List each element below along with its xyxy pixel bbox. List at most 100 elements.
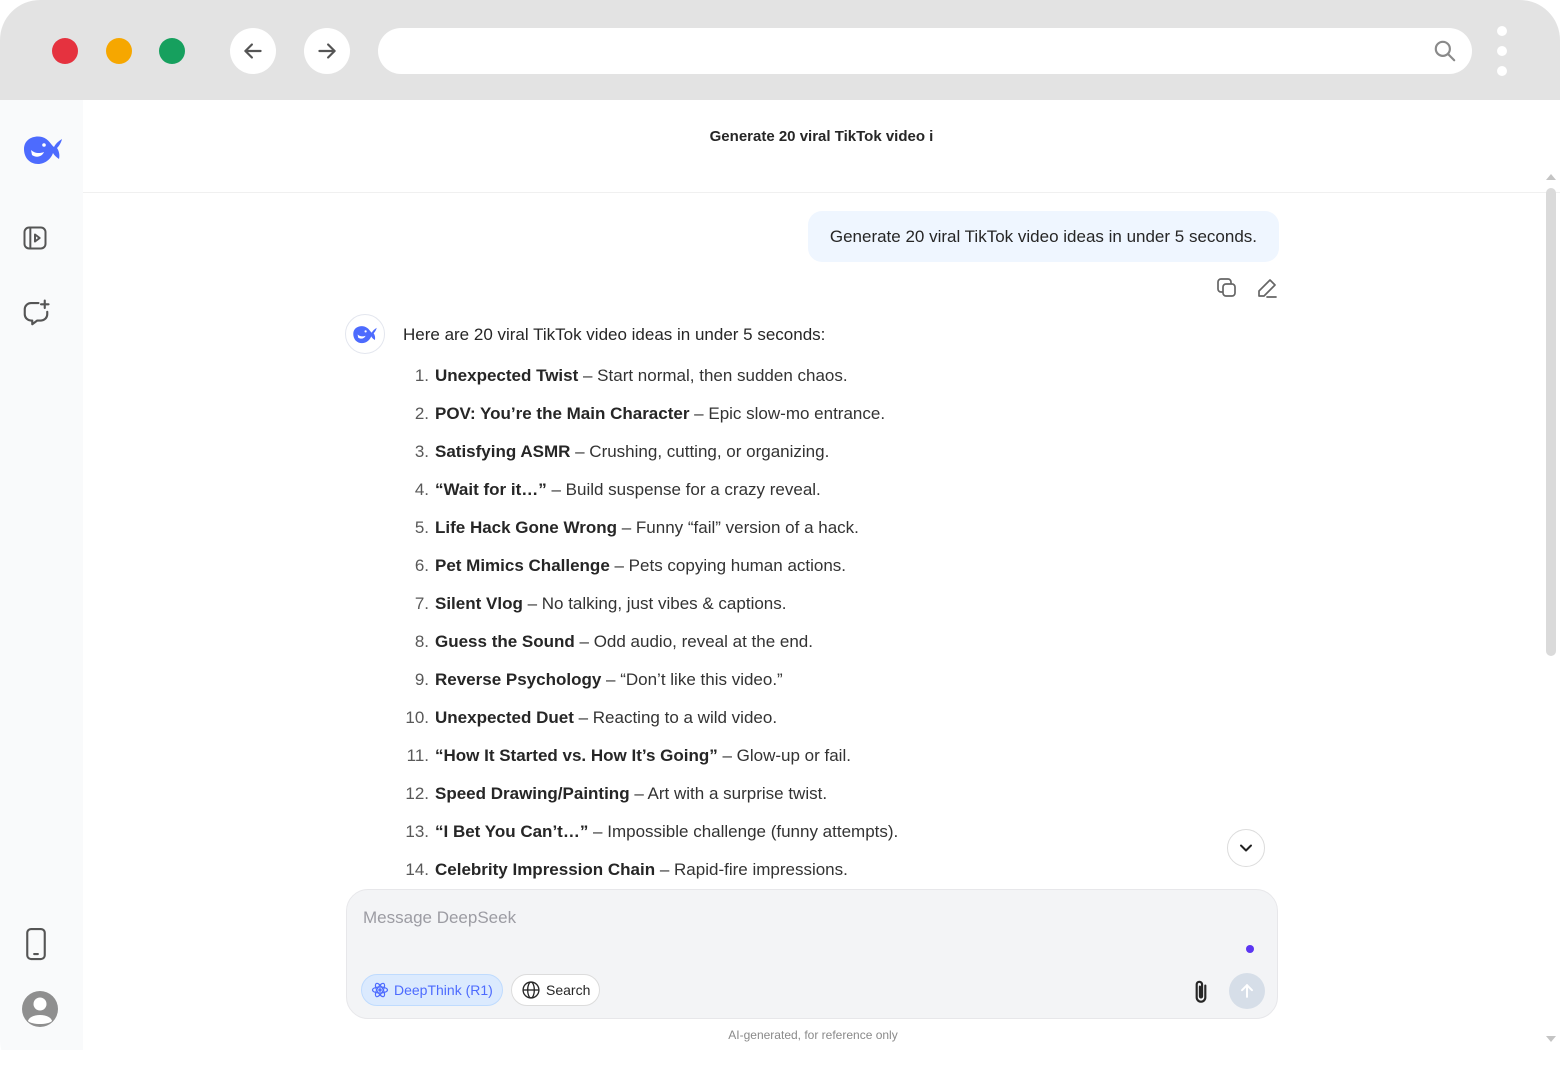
new-chat-icon[interactable] [21, 298, 51, 328]
deepseek-whale-icon [353, 325, 377, 343]
idea-description: – Impossible challenge (funny attempts). [588, 822, 899, 841]
minimize-window-button[interactable] [106, 38, 132, 64]
idea-title: “Wait for it…” [435, 480, 547, 499]
idea-description: – Start normal, then sudden chaos. [578, 366, 848, 385]
idea-title: Pet Mimics Challenge [435, 556, 610, 575]
chat-title[interactable]: Generate 20 viral TikTok video i [83, 128, 1560, 145]
idea-description: – Odd audio, reveal at the end. [574, 632, 813, 651]
idea-number: 7. [414, 594, 429, 613]
scroll-up-arrow[interactable] [1546, 174, 1556, 180]
idea-description: – Glow-up or fail. [717, 746, 851, 765]
idea-title: Celebrity Impression Chain [435, 860, 656, 879]
idea-item: 13. “I Bet You Can’t…” – Impossible chall… [403, 817, 1263, 855]
back-button[interactable] [230, 28, 276, 74]
assistant-message: Here are 20 viral TikTok video ideas in … [403, 320, 1263, 886]
deepthink-toggle[interactable]: DeepThink (R1) [361, 974, 503, 1006]
idea-number: 3. [414, 442, 429, 461]
arrow-left-icon [244, 43, 262, 59]
address-bar[interactable] [378, 28, 1472, 74]
idea-title: Reverse Psychology [435, 670, 602, 689]
idea-number: 8. [414, 632, 429, 651]
assistant-avatar [345, 314, 385, 354]
assistant-intro: Here are 20 viral TikTok video ideas in … [403, 325, 826, 344]
idea-number: 9. [414, 670, 429, 689]
menu-dot-icon [1497, 26, 1507, 36]
idea-description: – Art with a surprise twist. [629, 784, 828, 803]
idea-title: Silent Vlog [435, 594, 523, 613]
atom-icon [371, 982, 389, 998]
scroll-down-arrow[interactable] [1546, 1036, 1556, 1042]
mobile-app-icon[interactable] [21, 926, 51, 962]
maximize-window-button[interactable] [159, 38, 185, 64]
attach-button[interactable] [1188, 978, 1214, 1011]
idea-title: Guess the Sound [435, 632, 575, 651]
idea-item: 10. Unexpected Duet – Reacting to a wild … [403, 703, 1263, 741]
search-toggle[interactable]: Search [511, 974, 601, 1006]
idea-description: – Rapid-fire impressions. [655, 860, 848, 879]
ideas-list: 1. Unexpected Twist – Start normal, then … [403, 361, 1263, 886]
globe-icon [522, 981, 540, 999]
idea-title: Unexpected Duet [435, 708, 574, 727]
idea-item: 8. Guess the Sound – Odd audio, reveal at… [403, 627, 1263, 665]
pencil-icon [1258, 279, 1277, 298]
idea-description: – Pets copying human actions. [609, 556, 847, 575]
idea-item: 4. “Wait for it…” – Build suspense for a … [403, 475, 1263, 513]
menu-dot-icon [1497, 46, 1507, 56]
idea-number: 13. [405, 822, 429, 841]
deepseek-logo-icon[interactable] [22, 133, 64, 167]
scrollbar-thumb[interactable] [1546, 188, 1556, 656]
idea-number: 5. [414, 518, 429, 537]
idea-number: 6. [414, 556, 429, 575]
idea-item: 9. Reverse Psychology – “Don’t like this … [403, 665, 1263, 703]
idea-description: – Epic slow-mo entrance. [689, 404, 886, 423]
idea-title: “How It Started vs. How It’s Going” [435, 746, 718, 765]
idea-item: 6. Pet Mimics Challenge – Pets copying hu… [403, 551, 1263, 589]
arrow-up-icon [1241, 984, 1253, 998]
chevron-down-icon [1240, 844, 1252, 852]
search-icon[interactable] [1432, 38, 1458, 64]
ai-disclaimer: AI-generated, for reference only [728, 1028, 898, 1042]
scroll-to-bottom-button[interactable] [1227, 829, 1265, 867]
arrow-right-icon [318, 43, 336, 59]
idea-item: 7. Silent Vlog – No talking, just vibes &… [403, 589, 1263, 627]
idea-title: Speed Drawing/Painting [435, 784, 630, 803]
idea-number: 14. [405, 860, 429, 879]
browser-toolbar [0, 0, 1560, 100]
forward-button[interactable] [304, 28, 350, 74]
idea-description: – Funny “fail” version of a hack. [617, 518, 859, 537]
idea-number: 10. [405, 708, 429, 727]
edit-button[interactable] [1255, 276, 1279, 305]
browser-window: Generate 20 viral TikTok video i Generat… [0, 0, 1560, 1080]
open-sidebar-icon[interactable] [21, 224, 49, 252]
idea-title: Satisfying ASMR [435, 442, 571, 461]
copy-button[interactable] [1215, 276, 1239, 305]
sidebar [0, 100, 83, 1050]
close-window-button[interactable] [52, 38, 78, 64]
deepthink-label: DeepThink (R1) [394, 982, 493, 998]
idea-item: 1. Unexpected Twist – Start normal, then … [403, 361, 1263, 399]
idea-description: – Crushing, cutting, or organizing. [570, 442, 830, 461]
idea-item: 11. “How It Started vs. How It’s Going” –… [403, 741, 1263, 779]
idea-item: 14. Celebrity Impression Chain – Rapid-fi… [403, 855, 1263, 886]
menu-dot-icon [1497, 66, 1507, 76]
idea-number: 11. [406, 746, 429, 765]
idea-title: POV: You’re the Main Character [435, 404, 690, 423]
message-composer: Message DeepSeek DeepThink (R1) Search [346, 889, 1278, 1019]
copy-icon [1217, 278, 1236, 297]
idea-title: “I Bet You Can’t…” [435, 822, 589, 841]
idea-number: 2. [414, 404, 429, 423]
user-avatar-icon[interactable] [21, 990, 59, 1028]
idea-title: Life Hack Gone Wrong [435, 518, 617, 537]
idea-description: – Build suspense for a crazy reveal. [546, 480, 821, 499]
idea-item: 12. Speed Drawing/Painting – Art with a s… [403, 779, 1263, 817]
search-label: Search [546, 982, 591, 998]
browser-menu-button[interactable] [1494, 26, 1510, 78]
user-message-bubble: Generate 20 viral TikTok video ideas in … [807, 211, 1279, 262]
idea-number: 4. [414, 480, 429, 499]
idea-item: 5. Life Hack Gone Wrong – Funny “fail” ve… [403, 513, 1263, 551]
idea-item: 2. POV: You’re the Main Character – Epic … [403, 399, 1263, 437]
chat-main: Generate 20 viral TikTok video i Generat… [83, 100, 1560, 1050]
send-button[interactable] [1229, 973, 1265, 1009]
message-input[interactable]: Message DeepSeek [363, 908, 516, 928]
paperclip-icon [1195, 980, 1207, 1003]
